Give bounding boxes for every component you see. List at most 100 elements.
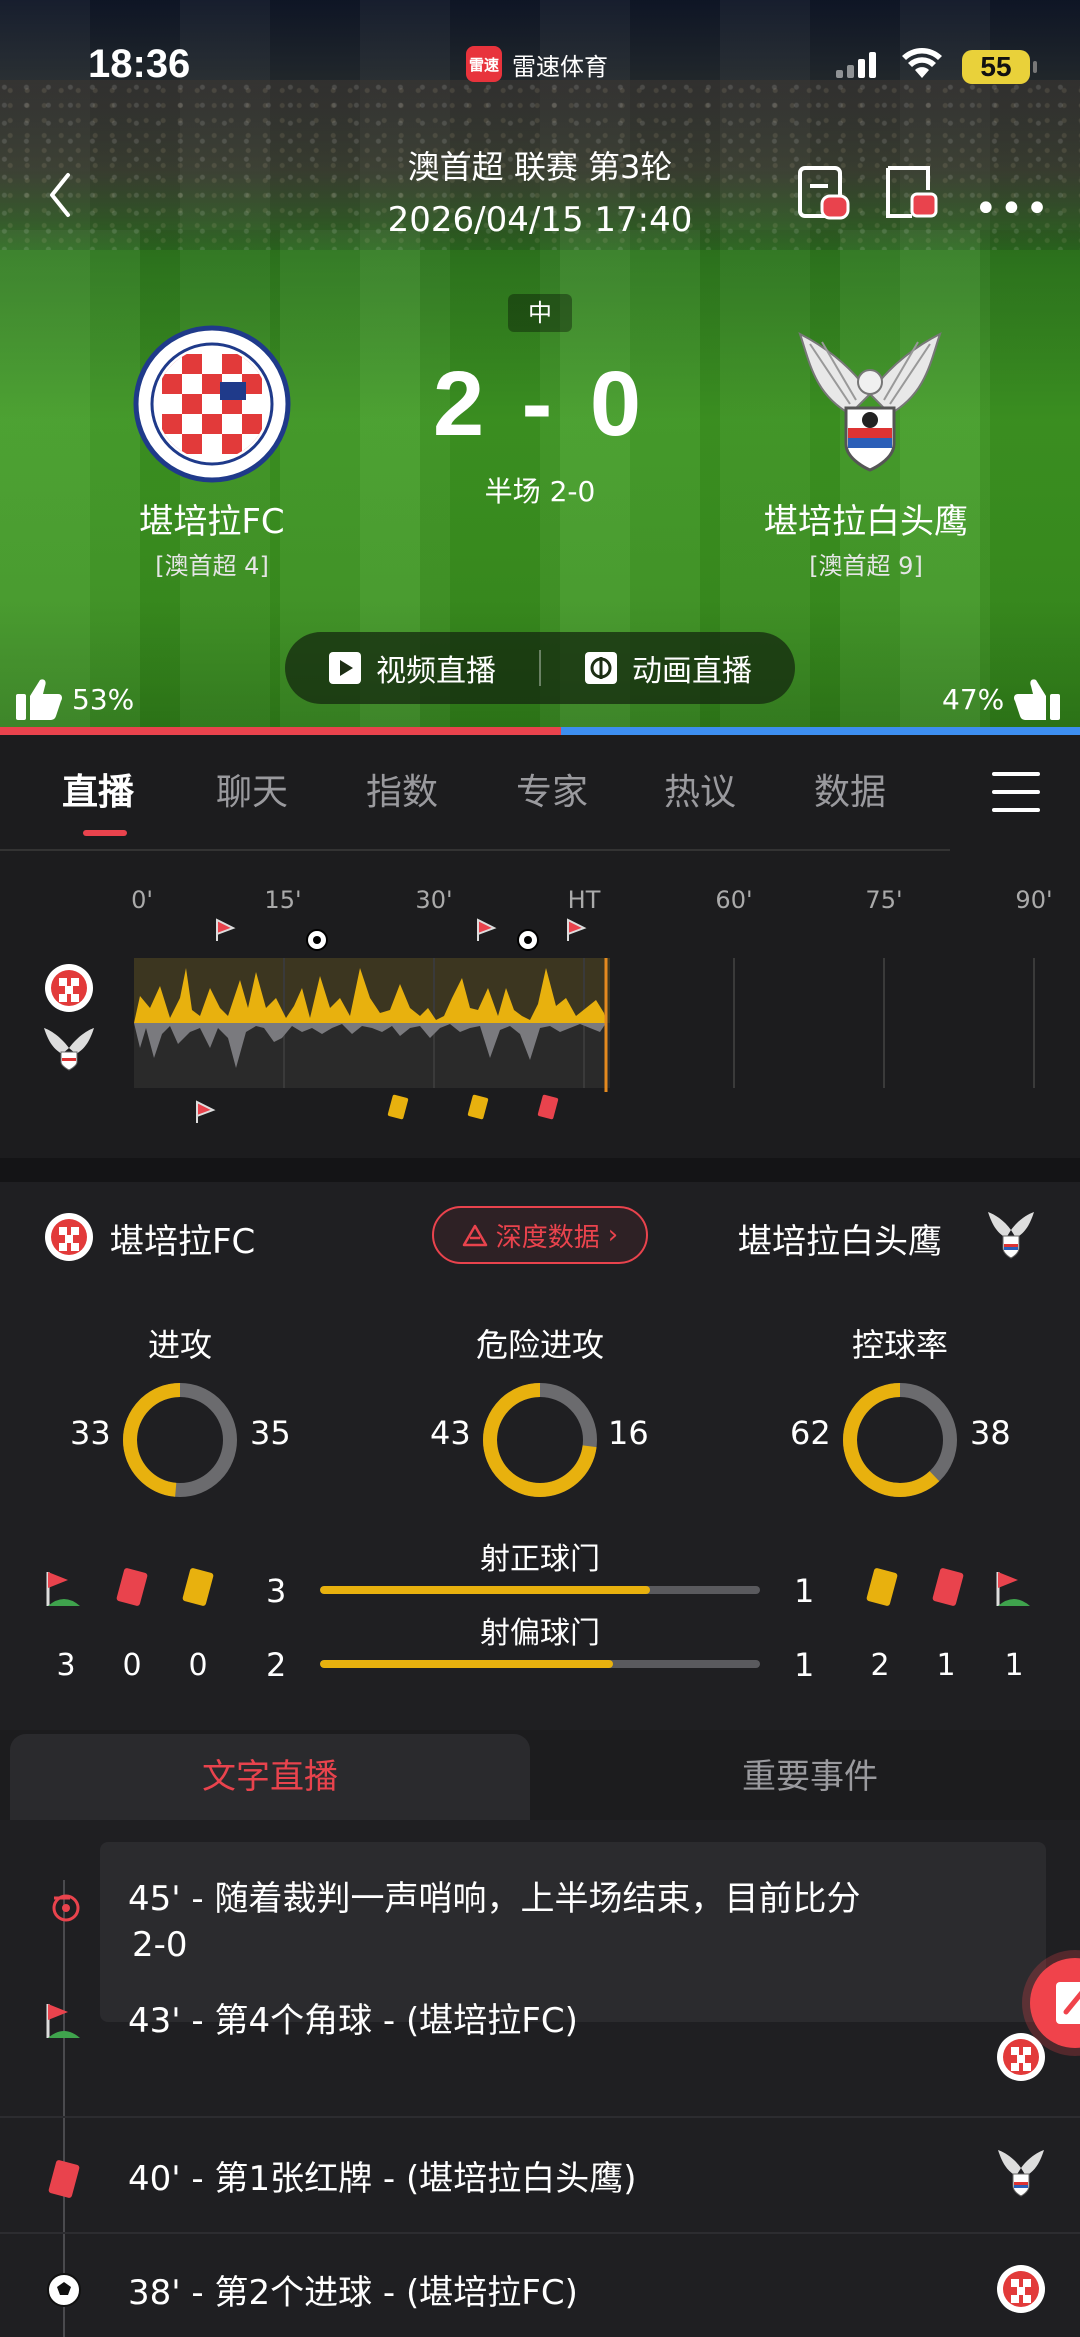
whistle-icon — [52, 1894, 80, 1922]
gauge-possession — [843, 1383, 957, 1497]
gauge-title-attack: 进攻 — [147, 1326, 212, 1364]
away-team-small-logo — [998, 2150, 1044, 2197]
play-icon — [329, 652, 361, 684]
away-yellow-count: 2 — [870, 1648, 890, 1683]
more-options-icon[interactable]: ••• — [974, 186, 1051, 232]
goal-ball-center — [524, 936, 532, 944]
tab-data[interactable]: 数据 — [814, 763, 886, 815]
away-like-percent: 47% — [942, 682, 1005, 716]
match-header: 18:36 雷速 雷速体育 55 澳首超 联赛 第3轮 2026/04/15 1… — [0, 0, 1080, 735]
feed-divider — [0, 2232, 1080, 2234]
red-card-icon — [932, 1568, 964, 1606]
feed-item-text: 45' - 随着裁判一声哨响，上半场结束，目前比分 — [128, 1879, 861, 1919]
gauge-away-possession: 38 — [970, 1414, 1011, 1452]
away-team-mini-logo — [44, 1028, 94, 1071]
red-card-icon — [537, 1094, 559, 1120]
stats-home-name: 堪培拉FC — [110, 1222, 256, 1262]
feed-divider — [0, 2116, 1080, 2118]
animation-live-button[interactable]: 动画直播 — [541, 632, 795, 704]
menu-icon[interactable] — [992, 772, 1040, 812]
tab-experts[interactable]: 专家 — [516, 763, 588, 815]
stats-away-name: 堪培拉白头鹰 — [738, 1222, 942, 1262]
pencil-icon — [1056, 1982, 1080, 2024]
shots-on-fill — [320, 1586, 650, 1594]
tab-text-live[interactable]: 文字直播 — [10, 1734, 530, 1820]
corner-flag-icon — [46, 2004, 80, 2038]
deep-data-label: 深度数据 — [495, 1222, 600, 1253]
picture-in-picture-icon[interactable] — [884, 162, 940, 222]
deep-data-button[interactable]: 深度数据 › — [432, 1206, 648, 1264]
feed-item-text: 38' - 第2个进球 - (堪培拉FC) — [128, 2273, 578, 2313]
gauge-title-danger: 危险进攻 — [475, 1326, 604, 1364]
home-corners-count: 3 — [56, 1648, 76, 1683]
shots-off-away: 1 — [794, 1646, 815, 1684]
gauge-home-attack: 33 — [70, 1414, 111, 1452]
tab-key-events[interactable]: 重要事件 — [540, 1734, 1080, 1820]
gauge-attack — [123, 1383, 237, 1497]
screen-record-icon[interactable] — [796, 162, 852, 222]
away-like[interactable]: 47% — [942, 676, 1062, 722]
yellow-card-icon — [387, 1094, 409, 1120]
tab-live[interactable]: 直播 — [62, 763, 134, 815]
timeline-chart: 0' 15' 30' HT 60' 75' 90' — [0, 849, 1053, 1123]
corner-flag-icon — [567, 918, 587, 941]
tab-chat[interactable]: 聊天 — [216, 763, 288, 815]
corner-flag-icon — [216, 918, 236, 941]
tick-label: 90' — [1015, 886, 1052, 914]
home-vote-fill — [0, 727, 561, 735]
gauge-dangerous-attack — [483, 1383, 597, 1497]
away-red-count: 1 — [936, 1648, 956, 1683]
yellow-card-icon — [866, 1568, 898, 1606]
live-stream-switch: 视频直播 动画直播 — [285, 632, 795, 704]
goal-ball-center — [313, 936, 321, 944]
corner-flag-icon — [996, 1572, 1030, 1606]
edit-post-button[interactable] — [1030, 1958, 1080, 2048]
commentary-feed: 45' - 随着裁判一声哨响，上半场结束，目前比分 2-0 43' - 第4个角… — [0, 1820, 1080, 2337]
home-team-small-logo — [45, 1213, 93, 1261]
away-team-small-logo — [988, 1212, 1034, 1259]
corner-flag-icon — [46, 1572, 80, 1606]
away-corners-count: 1 — [1004, 1648, 1024, 1683]
match-timeline: 0' 15' 30' HT 60' 75' 90' — [0, 848, 1080, 1158]
app-name: 雷速体育 — [512, 52, 608, 81]
home-events — [216, 918, 587, 951]
commentary-tabs: 文字直播 重要事件 — [0, 1730, 1080, 1820]
red-card-icon — [116, 1568, 148, 1606]
corner-flag-icon — [196, 1100, 216, 1123]
gauge-title-possession: 控球率 — [851, 1326, 948, 1364]
video-live-label: 视频直播 — [376, 654, 496, 689]
gauge-away-danger: 16 — [608, 1414, 649, 1452]
feed-timeline-line — [63, 1880, 65, 2337]
app-logo: 雷速 — [466, 46, 502, 82]
home-team-mini-logo — [45, 964, 93, 1012]
warning-triangle-icon — [462, 1224, 488, 1247]
away-team-rank: [澳首超 9] — [809, 552, 923, 580]
gauge-home-possession: 62 — [790, 1414, 831, 1452]
chevron-right-icon: › — [607, 1220, 619, 1250]
video-live-button[interactable]: 视频直播 — [285, 632, 539, 704]
yellow-card-icon — [182, 1568, 214, 1606]
yellow-card-icon — [467, 1094, 489, 1120]
stats-panel: 堪培拉FC 深度数据 › 堪培拉白头鹰 进攻 33 35 危险进攻 43 16 … — [0, 1182, 1080, 1730]
home-yellow-count: 0 — [188, 1648, 208, 1683]
away-vote-fill — [560, 727, 1080, 735]
status-bar: 18:36 雷速 雷速体育 55 — [0, 0, 1080, 130]
tick-label: 75' — [865, 886, 902, 914]
feed-item-text: 40' - 第1张红牌 - (堪培拉白头鹰) — [128, 2159, 637, 2199]
tick-label: 30' — [415, 886, 452, 914]
shots-on-title: 射正球门 — [480, 1542, 600, 1577]
feed-item-text: 43' - 第4个角球 - (堪培拉FC) — [128, 2001, 578, 2041]
home-like[interactable]: 53% — [14, 676, 134, 722]
animation-live-label: 动画直播 — [632, 654, 752, 689]
shots-off-home: 2 — [266, 1646, 287, 1684]
vote-ratio-bar — [0, 727, 1080, 735]
home-like-percent: 53% — [72, 682, 135, 716]
tab-discussion[interactable]: 热议 — [664, 763, 736, 815]
tab-odds[interactable]: 指数 — [366, 763, 438, 815]
animation-icon — [585, 652, 617, 684]
section-divider — [0, 1158, 1080, 1182]
shots-on-bar — [320, 1586, 760, 1594]
feed-highlight-box — [100, 1842, 1046, 2022]
match-score: 2 - 0 — [432, 353, 648, 455]
corner-flag-icon — [477, 918, 497, 941]
